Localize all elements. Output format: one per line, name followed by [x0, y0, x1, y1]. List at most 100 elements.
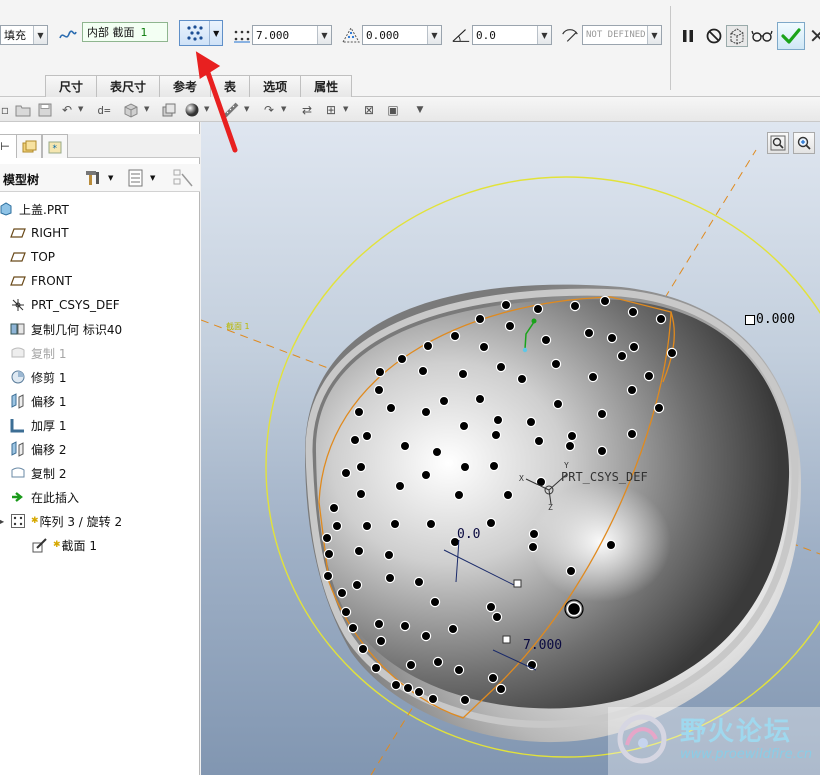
pattern-dot	[399, 620, 411, 632]
pattern-dot	[492, 414, 504, 426]
chevron-down-icon: ▼	[33, 26, 47, 44]
pattern-fill-button[interactable]: ▼	[179, 20, 223, 46]
redo-icon[interactable]: ↷	[260, 101, 278, 119]
pattern-dot	[605, 539, 617, 551]
pattern-dot	[458, 420, 470, 432]
tab-options[interactable]: 选项	[249, 75, 302, 97]
pattern-dot	[331, 520, 343, 532]
new-file-icon[interactable]: ▫	[0, 101, 14, 119]
chevron-down-icon[interactable]: ▼	[343, 105, 348, 113]
tree-item-top[interactable]: TOP	[10, 246, 55, 268]
pattern-dot	[351, 579, 363, 591]
filter-button[interactable]	[172, 168, 194, 188]
svg-text:*: *	[52, 144, 57, 154]
chevron-down-icon: ▼	[537, 26, 551, 44]
tab-folder-browser[interactable]	[16, 134, 42, 158]
pattern-dot	[502, 489, 514, 501]
tree-item-pattern[interactable]: ▶ ✱ 阵列 3 / 旋转 2	[0, 510, 122, 532]
save-icon[interactable]	[36, 101, 54, 119]
open-folder-icon[interactable]	[14, 101, 32, 119]
pattern-dot	[336, 587, 348, 599]
no-preview-icon	[706, 28, 722, 44]
tree-item-front[interactable]: FRONT	[10, 270, 72, 292]
dimension-label-spacing[interactable]: 7.000	[523, 638, 562, 653]
section-collector[interactable]: 内部 截面 1	[82, 22, 168, 42]
settings-button[interactable]: ▼	[84, 169, 118, 187]
border-offset-input[interactable]: 0.000 ▼	[362, 25, 442, 45]
solid-box-icon[interactable]	[122, 101, 140, 119]
tree-item-right[interactable]: RIGHT	[10, 222, 69, 244]
tree-item-offset-2[interactable]: 偏移 2	[10, 438, 66, 460]
csys-axis-z: Z	[548, 503, 553, 512]
tree-item-offset-1[interactable]: 偏移 1	[10, 390, 66, 412]
chevron-down-icon[interactable]: ▼	[144, 105, 149, 113]
tree-item-insert-here[interactable]: 在此插入	[10, 486, 79, 508]
window-icon[interactable]: ▣	[384, 101, 402, 119]
spacing-input[interactable]: 7.000 ▼	[252, 25, 332, 45]
pattern-dot	[427, 693, 439, 705]
tree-item-trim-1[interactable]: 修剪 1	[10, 366, 66, 388]
dimension-label-angle[interactable]: 0.0	[457, 527, 480, 542]
pattern-dot	[394, 480, 406, 492]
regenerate-icon[interactable]: ⇄	[298, 101, 316, 119]
ok-button[interactable]	[777, 22, 805, 50]
tree-item-copy-geometry[interactable]: 复制几何 标识40	[10, 318, 122, 340]
dimension-icon[interactable]: d=	[95, 101, 113, 119]
pattern-dot	[488, 460, 500, 472]
tree-item-csys[interactable]: PRT_CSYS_DEF	[10, 294, 120, 316]
no-preview-button[interactable]	[703, 25, 725, 47]
pattern-dot	[495, 683, 507, 695]
show-button[interactable]: ▼	[128, 169, 162, 187]
cancel-button[interactable]: ✕	[809, 24, 820, 48]
pattern-dot	[420, 630, 432, 642]
preview-button[interactable]	[751, 25, 773, 47]
section-tag: 截面 1	[226, 322, 250, 331]
tree-item-thicken-1[interactable]: 加厚 1	[10, 414, 66, 436]
dimension-label-top[interactable]: 0.000	[745, 312, 795, 327]
tree-item-part[interactable]: 上盖.PRT	[0, 198, 69, 220]
pattern-dot	[457, 368, 469, 380]
tab-dimensions[interactable]: 尺寸	[45, 75, 98, 97]
tree-item-copy-1[interactable]: 复制 1	[10, 342, 66, 364]
pause-button[interactable]	[677, 25, 699, 47]
pattern-dot	[422, 340, 434, 352]
layers-icon[interactable]	[160, 101, 178, 119]
pattern-type-select[interactable]: 填充 ▼	[0, 25, 48, 45]
angle-input[interactable]: 0.0 ▼	[472, 25, 552, 45]
origin-reference-input[interactable]: NOT DEFINED ▼	[582, 25, 662, 45]
zoom-fit-button[interactable]	[767, 132, 789, 154]
datum-plane-icon	[10, 225, 26, 241]
close-window-icon[interactable]: ⊠	[360, 101, 378, 119]
pattern-dot	[566, 430, 578, 442]
checkmark-icon	[781, 28, 801, 44]
tab-properties[interactable]: 属性	[300, 75, 353, 97]
pattern-dot	[627, 306, 639, 318]
chevron-down-icon[interactable]: ▼	[78, 105, 83, 113]
chevron-down-icon: ▼	[317, 26, 331, 44]
glasses-icon	[751, 30, 773, 42]
csys-label: PRT_CSYS_DEF	[561, 470, 648, 484]
pattern-dot	[370, 662, 382, 674]
undo-icon[interactable]: ↶	[58, 101, 76, 119]
pattern-dot	[405, 659, 417, 671]
tab-favorites[interactable]: *	[42, 134, 68, 158]
tree-item-copy-2[interactable]: 复制 2	[10, 462, 66, 484]
pattern-dot	[432, 656, 444, 668]
verify-geometry-button[interactable]	[726, 25, 748, 47]
tree-item-section[interactable]: ✱ 截面 1	[32, 534, 97, 556]
zoom-in-button[interactable]	[793, 132, 815, 154]
relations-icon[interactable]: ⊞	[322, 101, 340, 119]
graphics-window[interactable]: 截面 1 0.000 PRT_CSYS_DEF X Y Z 0.0 7.000 …	[201, 122, 820, 775]
pattern-dot	[323, 548, 335, 560]
insert-here-icon	[10, 489, 26, 505]
pattern-dot	[322, 570, 334, 582]
chevron-down-icon: ▼	[150, 174, 156, 182]
tab-table-dimensions[interactable]: 表尺寸	[96, 75, 161, 97]
pattern-dot	[373, 618, 385, 630]
pattern-dot	[599, 295, 611, 307]
chevron-down-icon[interactable]: ▼	[281, 105, 286, 113]
pattern-dot	[628, 341, 640, 353]
pattern-dot	[459, 694, 471, 706]
expand-icon[interactable]: ▶	[0, 517, 8, 526]
toolbar-more-icon[interactable]: ▼	[411, 101, 429, 119]
